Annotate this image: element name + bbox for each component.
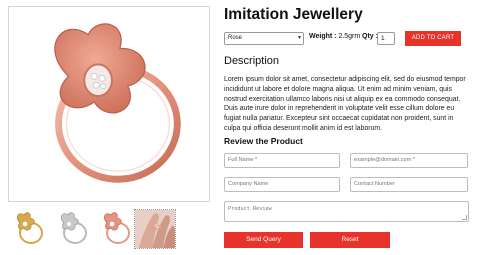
ring-on-hand-thumb-image	[135, 210, 175, 248]
rose-gold-ring-image	[54, 23, 181, 183]
resize-handle-icon[interactable]	[462, 215, 467, 220]
reset-button[interactable]: Reset	[310, 232, 390, 248]
full-name-field[interactable]: Full Name *	[224, 153, 340, 168]
description-text: Lorem ipsum dolor sit amet, consectetur …	[224, 76, 466, 132]
product-title: Imitation Jewellery	[224, 6, 363, 23]
chevron-down-icon: ▾	[297, 35, 301, 41]
weight-info: Weight : 2.5grm	[309, 33, 360, 40]
thumbnail-gold-ring[interactable]	[10, 209, 48, 249]
main-product-image[interactable]	[8, 6, 210, 202]
product-review-placeholder: Product Review	[228, 206, 272, 212]
thumbnail-silver-ring[interactable]	[54, 209, 92, 249]
qty-label: Qty :	[362, 33, 378, 40]
description-heading: Description	[224, 55, 280, 67]
send-query-button[interactable]: Send Query	[224, 232, 303, 248]
company-name-field[interactable]: Company Name	[224, 177, 340, 192]
weight-label: Weight :	[309, 33, 337, 40]
quantity-input[interactable]: 1	[377, 32, 395, 45]
rose-gold-ring-thumb-image	[104, 212, 130, 244]
product-review-textarea[interactable]: Product Review	[224, 201, 469, 222]
thumbnail-rose-gold-ring[interactable]	[97, 209, 135, 249]
contact-number-field[interactable]: Contact Number	[350, 177, 468, 192]
material-select-value: Rose	[228, 35, 243, 41]
thumbnail-ring-on-hand[interactable]	[134, 209, 176, 249]
material-select[interactable]: Rose ▾	[224, 32, 304, 45]
email-field[interactable]: example@domain.com *	[350, 153, 468, 168]
review-heading: Review the Product	[224, 136, 303, 146]
gold-ring-thumb-image	[17, 212, 43, 244]
add-to-cart-button[interactable]: ADD TO CART	[405, 31, 461, 46]
silver-ring-thumb-image	[61, 212, 87, 244]
weight-value: 2.5grm	[338, 33, 361, 40]
